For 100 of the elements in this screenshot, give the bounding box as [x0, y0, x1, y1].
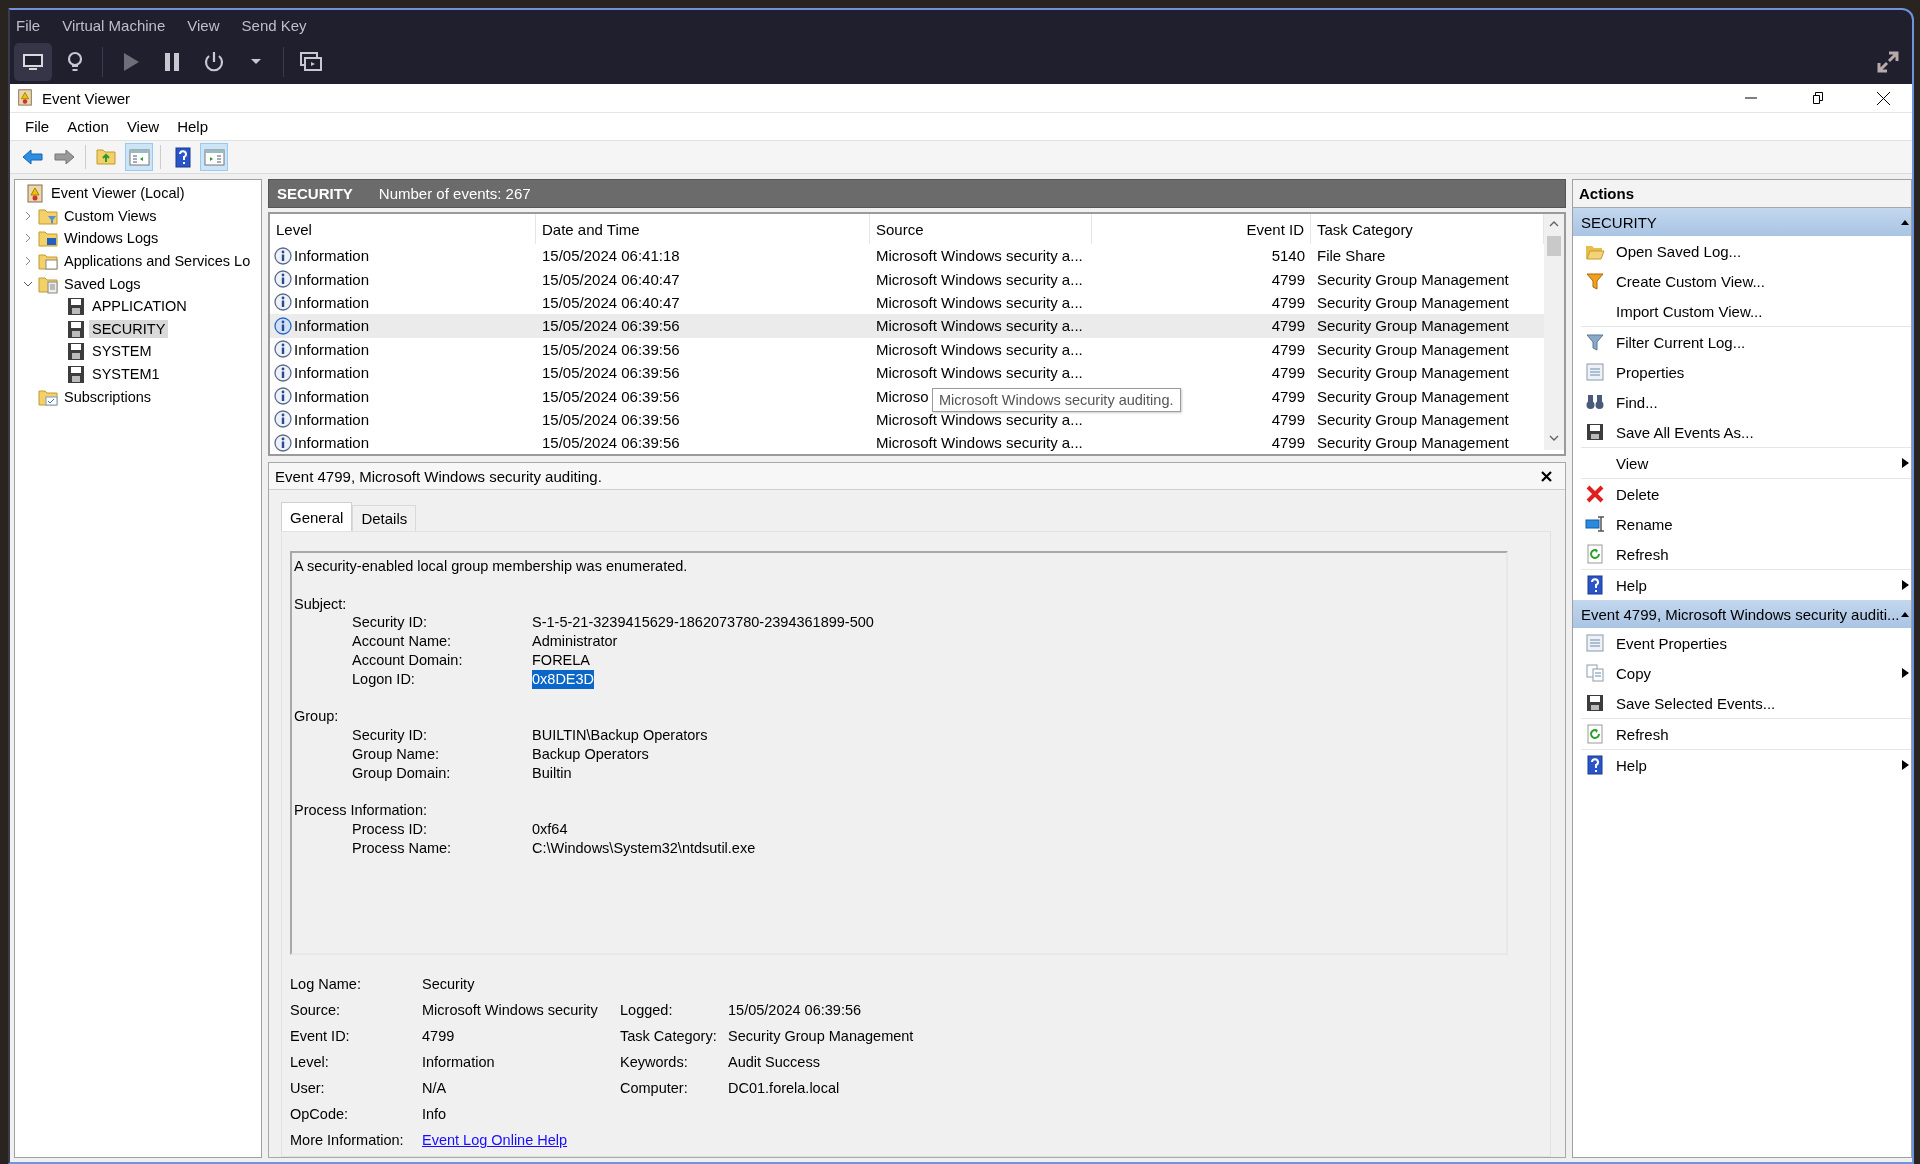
- tree-item[interactable]: APPLICATION: [89, 297, 190, 316]
- table-cell: Security Group Management: [1317, 387, 1509, 405]
- task-link[interactable]: Open Saved Log...: [1581, 236, 1911, 266]
- tree-item[interactable]: Subscriptions: [61, 387, 155, 406]
- section-header[interactable]: SECURITY: [1573, 208, 1911, 236]
- field-value: Information: [422, 1054, 496, 1070]
- table-cell: Microsoft Windows security a...: [876, 434, 1083, 452]
- tree-item[interactable]: Windows Logs: [61, 229, 162, 248]
- tree-item[interactable]: SYSTEM: [89, 342, 155, 361]
- restore-icon: [1811, 92, 1823, 104]
- event-viewer-icon: [25, 183, 45, 204]
- field-value: FORELA: [532, 651, 590, 670]
- field-label: Process Name:: [352, 838, 452, 858]
- table-cell: Microsoft Windows security a...: [876, 270, 1083, 288]
- tree-item[interactable]: Applications and Services Lo: [61, 252, 254, 271]
- column-header[interactable]: Level: [270, 214, 536, 244]
- task-link[interactable]: Create Custom View...: [1581, 266, 1911, 296]
- submenu-arrow-icon: [1902, 458, 1909, 468]
- menu-item[interactable]: Help: [168, 115, 217, 138]
- table-cell: 4799: [1271, 293, 1305, 311]
- task-link[interactable]: Properties: [1581, 357, 1911, 387]
- menu-item[interactable]: Action: [58, 115, 118, 138]
- section-header[interactable]: Event 4799, Microsoft Windows security auditi...: [1573, 600, 1911, 628]
- task-link[interactable]: Import Custom View...: [1581, 296, 1911, 326]
- tab[interactable]: Details: [352, 505, 417, 531]
- table-cell: Microso: [876, 387, 929, 405]
- fullscreen-icon[interactable]: [1876, 50, 1900, 74]
- menu-item[interactable]: View: [117, 115, 169, 138]
- task-link[interactable]: Event Properties: [1581, 628, 1911, 658]
- table-row[interactable]: Information 15/05/2024 06:39:56 Microsoft Windows security a... 4799 Security Group Management: [270, 314, 1544, 338]
- event-viewer-icon: [16, 86, 34, 107]
- info-icon: [274, 433, 292, 452]
- task-link[interactable]: Help: [1581, 750, 1911, 780]
- table-cell: 15/05/2024 06:39:56: [542, 387, 680, 405]
- scrollbar[interactable]: [1544, 214, 1564, 450]
- task-link[interactable]: Find...: [1581, 387, 1911, 417]
- info-icon: [274, 340, 292, 359]
- section-heading: Subject:: [294, 595, 347, 612]
- menu-item[interactable]: View: [187, 16, 220, 34]
- column-header[interactable]: Date and Time: [536, 214, 870, 244]
- table-cell: Information: [294, 340, 370, 358]
- field-label: Log Name:: [290, 976, 362, 992]
- table-cell: Microsoft Windows security a...: [876, 410, 1083, 428]
- task-link[interactable]: Filter Current Log...: [1581, 327, 1911, 357]
- menu-item[interactable]: File: [16, 115, 59, 138]
- table-cell: Information: [294, 317, 370, 335]
- task-link[interactable]: Help: [1581, 570, 1911, 600]
- task-link[interactable]: Delete: [1581, 479, 1911, 509]
- table-cell: Security Group Management: [1317, 293, 1509, 311]
- task-link[interactable]: Save All Events As...: [1581, 417, 1911, 447]
- task-link[interactable]: View: [1581, 448, 1911, 478]
- menu-item[interactable]: File: [16, 16, 41, 34]
- field-value: S-1-5-21-3239415629-1862073780-2394361899-500: [532, 613, 874, 633]
- tab[interactable]: General: [281, 502, 353, 531]
- table-cell: Security Group Management: [1317, 270, 1509, 288]
- info-icon: [274, 363, 292, 382]
- menu-item[interactable]: Send Key: [241, 16, 307, 34]
- field-label: More Information:: [290, 1132, 405, 1148]
- task-link[interactable]: Refresh: [1581, 539, 1911, 569]
- column-header[interactable]: Event ID: [1092, 214, 1311, 244]
- folder-icon: [38, 251, 58, 272]
- tree-item[interactable]: Saved Logs: [61, 274, 144, 293]
- task-link[interactable]: Copy: [1581, 658, 1911, 688]
- field-value: C:\Windows\System32\ntdsutil.exe: [532, 838, 756, 858]
- field-value: 0xf64: [532, 820, 568, 839]
- table-cell: Information: [294, 293, 370, 311]
- table-cell: 15/05/2024 06:39:56: [542, 364, 680, 382]
- table-cell: 15/05/2024 06:40:47: [542, 293, 680, 311]
- info-icon: [274, 293, 292, 312]
- collapse-arrow-icon: [1901, 611, 1909, 617]
- field-value: Microsoft Windows security: [422, 1002, 599, 1018]
- task-link[interactable]: Rename: [1581, 509, 1911, 539]
- tree-item[interactable]: Event Viewer (Local): [48, 184, 188, 203]
- table-cell: Information: [294, 270, 370, 288]
- submenu-arrow-icon: [1902, 668, 1909, 678]
- menu-item[interactable]: Virtual Machine: [62, 16, 166, 34]
- table-cell: Microsoft Windows security a...: [876, 293, 1083, 311]
- table-cell: Microsoft Windows security a...: [876, 317, 1083, 335]
- toolbar-button[interactable]: [14, 43, 52, 81]
- task-link[interactable]: Refresh: [1581, 719, 1911, 749]
- tree-item[interactable]: SYSTEM1: [89, 365, 163, 384]
- field-label: Level:: [290, 1054, 330, 1070]
- info-icon: [274, 410, 292, 429]
- log-title: SECURITY: [277, 185, 353, 202]
- tree-item[interactable]: SECURITY: [89, 319, 169, 338]
- tree-item[interactable]: Custom Views: [61, 206, 160, 225]
- task-link[interactable]: Save Selected Events...: [1581, 688, 1911, 718]
- field-value: DC01.forela.local: [728, 1080, 841, 1096]
- table-cell: 4799: [1271, 434, 1305, 452]
- tree-pane-icon: [128, 146, 150, 168]
- info-icon: [274, 270, 292, 289]
- table-cell: 4799: [1271, 387, 1305, 405]
- table-cell: 15/05/2024 06:40:47: [542, 270, 680, 288]
- field-value: Builtin: [532, 763, 572, 783]
- field-label: Process ID:: [352, 820, 427, 839]
- caret-icon: [250, 59, 262, 65]
- help-link[interactable]: Event Log Online Help: [422, 1132, 620, 1148]
- column-header[interactable]: Source: [870, 214, 1092, 244]
- field-label: User:: [290, 1080, 326, 1096]
- rename-icon: [1585, 514, 1605, 534]
